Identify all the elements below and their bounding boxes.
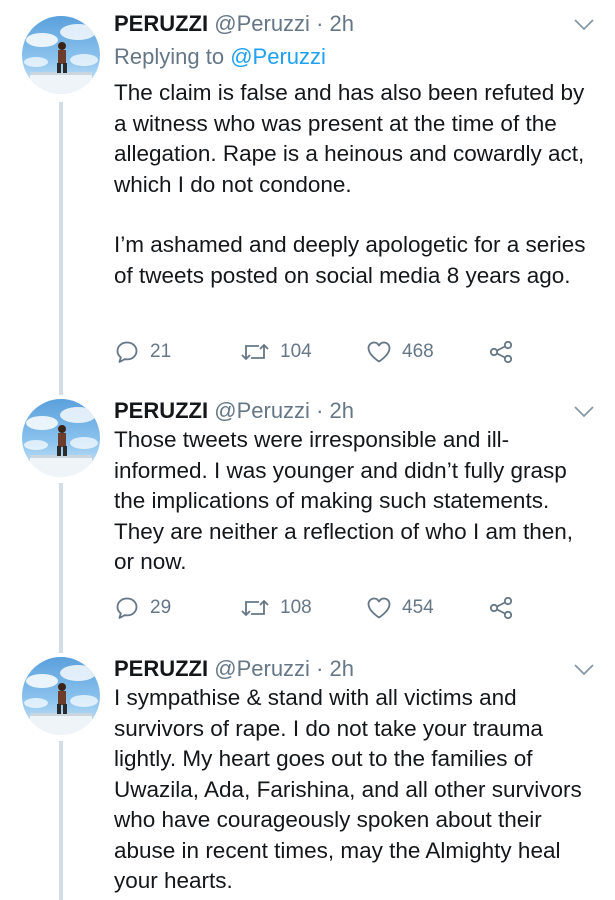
like-count: 454 (402, 597, 434, 618)
user-handle[interactable]: @Peruzzi (214, 11, 310, 36)
retweet-button[interactable]: 108 (240, 594, 312, 622)
thread-line (59, 741, 63, 900)
separator-dot: · (316, 11, 324, 36)
display-name[interactable]: PERUZZI (114, 11, 208, 36)
avatar[interactable] (22, 399, 100, 477)
tweet[interactable]: PERUZZI @Peruzzi · 2h Those tweets were … (0, 395, 615, 653)
display-name[interactable]: PERUZZI (114, 656, 208, 681)
speech-bubble-icon (114, 339, 140, 365)
avatar[interactable] (22, 16, 100, 94)
separator-dot: · (316, 656, 324, 681)
tweet-text: I sympathise & stand with all victims an… (114, 683, 594, 897)
reply-button[interactable]: 21 (114, 338, 171, 366)
tweet-paragraph: The claim is false and has also been ref… (114, 80, 585, 197)
avatar[interactable] (22, 657, 100, 735)
tweet-header: PERUZZI @Peruzzi · 2h (114, 653, 354, 685)
timestamp[interactable]: 2h (330, 11, 354, 36)
share-nodes-icon (488, 339, 514, 365)
timestamp[interactable]: 2h (330, 656, 354, 681)
share-button[interactable] (488, 594, 514, 622)
user-handle[interactable]: @Peruzzi (214, 656, 310, 681)
tweet[interactable]: PERUZZI @Peruzzi · 2h I sympathise & sta… (0, 653, 615, 900)
like-button[interactable]: 454 (366, 594, 434, 622)
retweet-arrows-icon (240, 339, 270, 365)
user-handle[interactable]: @Peruzzi (214, 398, 310, 423)
tweet-paragraph: I’m ashamed and deeply apologetic for a … (114, 232, 586, 288)
replying-to: Replying to @Peruzzi (114, 41, 326, 73)
chevron-down-icon[interactable] (573, 663, 595, 677)
thread-line (59, 483, 63, 653)
display-name[interactable]: PERUZZI (114, 398, 208, 423)
thread-line (59, 102, 63, 395)
replying-to-handle[interactable]: @Peruzzi (230, 44, 326, 69)
tweet-text: Those tweets were irresponsible and ill-… (114, 425, 594, 578)
separator-dot: · (316, 398, 324, 423)
like-button[interactable]: 468 (366, 338, 434, 366)
like-count: 468 (402, 341, 434, 362)
share-button[interactable] (488, 338, 514, 366)
speech-bubble-icon (114, 595, 140, 621)
share-nodes-icon (488, 595, 514, 621)
reply-count: 29 (150, 597, 172, 618)
retweet-count: 104 (280, 341, 312, 362)
reply-count: 21 (150, 341, 172, 362)
replying-to-label: Replying to (114, 44, 225, 69)
heart-icon (366, 595, 392, 621)
reply-button[interactable]: 29 (114, 594, 171, 622)
heart-icon (366, 339, 392, 365)
chevron-down-icon[interactable] (573, 18, 595, 32)
chevron-down-icon[interactable] (573, 405, 595, 419)
tweet-paragraph: Those tweets were irresponsible and ill-… (114, 427, 573, 574)
retweet-button[interactable]: 104 (240, 338, 312, 366)
tweet-header: PERUZZI @Peruzzi · 2h (114, 8, 354, 40)
tweet-header: PERUZZI @Peruzzi · 2h (114, 395, 354, 427)
tweet-text: The claim is false and has also been ref… (114, 78, 594, 291)
retweet-count: 108 (280, 597, 312, 618)
tweet-paragraph: I sympathise & stand with all victims an… (114, 685, 582, 893)
retweet-arrows-icon (240, 595, 270, 621)
timestamp[interactable]: 2h (330, 398, 354, 423)
tweet[interactable]: PERUZZI @Peruzzi · 2h Replying to @Peruz… (0, 0, 615, 395)
